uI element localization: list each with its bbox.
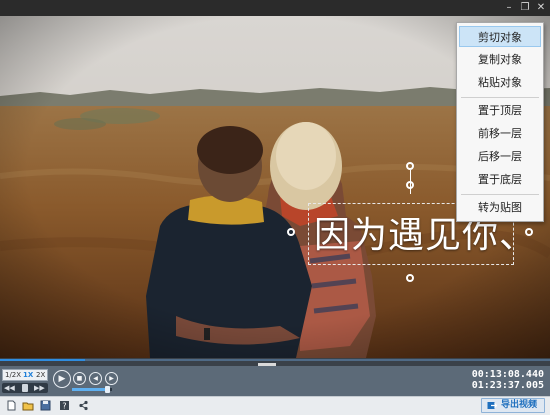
menu-item-bring-to-front[interactable]: 置于顶层 [459,100,541,121]
total-duration: 01:23:37.005 [471,380,544,391]
volume-knob[interactable] [104,386,110,393]
context-menu: 剪切对象 复制对象 粘贴对象 置于顶层 前移一层 后移一层 置于底层 转为贴图 [456,22,544,222]
menu-item-convert-to-sticker[interactable]: 转为贴图 [459,197,541,218]
current-time: 00:13:08.440 [471,369,544,380]
help-icon[interactable]: ? [58,400,70,411]
speed-selector[interactable]: 1/2X 1X 2X [2,369,48,381]
menu-separator [461,97,539,98]
speed-option-1x[interactable]: 1X [23,370,33,380]
open-folder-icon[interactable] [22,400,34,411]
volume-level [72,388,108,391]
rotate-handle[interactable] [406,162,414,170]
close-button[interactable]: ✕ [534,1,548,15]
speed-option-half[interactable]: 1/2X [5,370,21,380]
resize-handle-left[interactable] [287,228,295,236]
speed-option-2x[interactable]: 2X [36,370,45,380]
jog-slider[interactable]: ◀◀ ▶▶ [2,383,48,393]
resize-handle-bottom[interactable] [406,274,414,282]
previous-frame-button[interactable]: ◀ [89,372,102,385]
next-frame-button[interactable]: ▶ [105,372,118,385]
menu-item-send-backward[interactable]: 后移一层 [459,146,541,167]
volume-slider[interactable] [72,386,112,393]
bottom-toolbar: ? 导出视频 [0,396,550,415]
title-bar: – ❐ ✕ [0,0,550,16]
timeline-progress [0,359,86,361]
playback-controls: 1/2X 1X 2X ◀◀ ▶▶ ▶ ■ ◀ ▶ 00:13:08.440 01… [0,366,550,396]
rewind-icon[interactable]: ◀◀ [4,383,15,393]
minimize-button[interactable]: – [502,1,516,15]
menu-item-paste[interactable]: 粘贴对象 [459,72,541,93]
menu-item-cut[interactable]: 剪切对象 [459,26,541,47]
export-icon [487,402,497,409]
jog-knob[interactable] [22,384,28,392]
share-icon[interactable] [77,400,89,411]
menu-item-copy[interactable]: 复制对象 [459,49,541,70]
menu-item-send-to-back[interactable]: 置于底层 [459,169,541,190]
export-video-button[interactable]: 导出视频 [481,398,545,413]
play-button[interactable]: ▶ [53,370,71,388]
menu-separator [461,194,539,195]
save-icon[interactable] [39,400,51,411]
stop-button[interactable]: ■ [73,372,86,385]
menu-item-bring-forward[interactable]: 前移一层 [459,123,541,144]
new-file-icon[interactable] [5,400,17,411]
export-video-label: 导出视频 [501,400,538,410]
restore-button[interactable]: ❐ [518,1,532,15]
svg-text:?: ? [62,402,66,411]
resize-handle-top[interactable] [406,181,414,189]
fast-forward-icon[interactable]: ▶▶ [34,383,45,393]
resize-handle-right[interactable] [525,228,533,236]
